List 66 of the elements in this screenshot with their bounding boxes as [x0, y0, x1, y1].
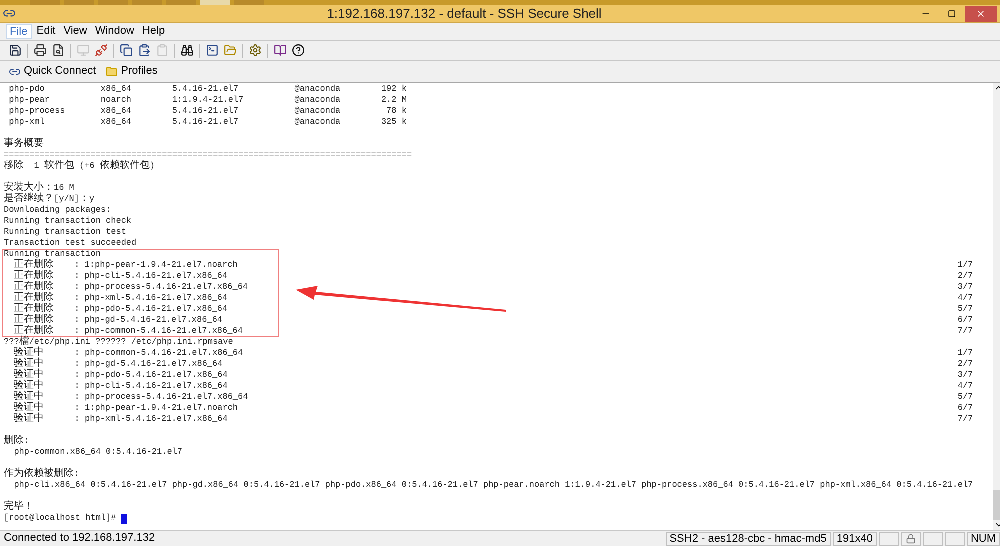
- terminal-line: 验证中 : 1:php-pear-1.9.4-21.el7.noarch: [13, 403, 238, 414]
- folder-icon: [106, 66, 118, 78]
- terminal-line: 正在删除 : 1:php-pear-1.9.4-21.el7.noarch: [13, 260, 238, 271]
- terminal-line: php-common.x86_64 0:5.4.16-21.el7: [13, 447, 183, 458]
- progress-count: 2/7: [958, 271, 974, 282]
- terminal-line: php-pdo x86_64 5.4.16-21.el7 @anaconda 192 k: [8, 84, 407, 95]
- menu-item[interactable]: Edit: [34, 24, 59, 39]
- terminal-line: 验证中 : php-cli-5.4.16-21.el7.x86_64: [13, 381, 228, 392]
- terminal-line: 验证中 : php-gd-5.4.16-21.el7.x86_64: [13, 359, 223, 370]
- terminal-line: ================================================================================: [4, 150, 412, 160]
- quickbar-button[interactable]: Profiles: [103, 63, 161, 80]
- menu-item[interactable]: View: [60, 24, 90, 39]
- progress-count: 6/7: [958, 403, 974, 414]
- progress-count: 4/7: [958, 293, 974, 304]
- progress-count: 3/7: [958, 370, 974, 381]
- terminal-line: 正在删除 : php-process-5.4.16-21.el7.x86_64: [13, 282, 248, 293]
- terminal-line: Running transaction test: [4, 227, 126, 238]
- terminal-line: 正在删除 : php-pdo-5.4.16-21.el7.x86_64: [13, 304, 228, 315]
- terminal-line: 移除 1 软件包 (+6 依赖软件包): [4, 161, 156, 172]
- terminal-line: ???檔/etc/php.ini ?????? /etc/php.ini.rpmsave: [4, 337, 234, 348]
- terminal-line: Downloading packages:: [4, 205, 112, 216]
- status-panel: SSH2 - aes128-cbc - hmac-md5: [666, 532, 831, 546]
- progress-count: 7/7: [958, 326, 974, 337]
- progress-count: 5/7: [958, 304, 974, 315]
- progress-count: 1/7: [958, 348, 974, 359]
- terminal-line: php-cli.x86_64 0:5.4.16-21.el7 php-gd.x86_64 0:5.4.16-21.el7 php-pdo.x86_64 0:5.4.16-21.el7 php-pear.noarch 1:1.9.4-21.el7 php-process.x86_64 0:5.4.16-21.el7 php-xml.x86_64 0:5.4.16-21.el7: [13, 480, 974, 491]
- terminal-line: Running transaction check: [4, 216, 132, 227]
- status-panel: 191x40: [832, 532, 877, 546]
- connection-status: Connected to 192.168.197.132: [3, 531, 156, 546]
- progress-count: 7/7: [958, 414, 974, 425]
- terminal-line: php-xml x86_64 5.4.16-21.el7 @anaconda 325 k: [8, 117, 407, 128]
- terminal-line: php-process x86_64 5.4.16-21.el7 @anaconda 78 k: [8, 106, 407, 117]
- terminal-line: 正在删除 : php-gd-5.4.16-21.el7.x86_64: [13, 315, 223, 326]
- terminal-line: 事务概要: [4, 139, 44, 150]
- terminal-line: 验证中 : php-pdo-5.4.16-21.el7.x86_64: [13, 370, 228, 381]
- terminal-line: 验证中 : php-common-5.4.16-21.el7.x86_64: [13, 348, 244, 359]
- lock-icon: [906, 534, 916, 544]
- terminal-line: 验证中 : php-xml-5.4.16-21.el7.x86_64: [13, 414, 228, 425]
- terminal-line: 正在删除 : php-xml-5.4.16-21.el7.x86_64: [13, 293, 228, 304]
- status-panel: NUM: [966, 532, 1000, 546]
- progress-count: 1/7: [958, 260, 974, 271]
- menu-item[interactable]: File: [6, 24, 32, 39]
- progress-count: 6/7: [958, 315, 974, 326]
- terminal-line: Transaction test succeeded: [4, 238, 137, 249]
- menu-item[interactable]: Help: [139, 24, 168, 39]
- progress-count: 3/7: [958, 282, 974, 293]
- progress-count: 2/7: [958, 359, 974, 370]
- progress-count: 4/7: [958, 381, 974, 392]
- quickbar-button[interactable]: Quick Connect: [6, 63, 100, 80]
- cursor: [121, 514, 128, 524]
- terminal-line: 安装大小：16 M: [4, 183, 74, 194]
- restore-icon: [948, 10, 956, 18]
- progress-count: 5/7: [958, 392, 974, 403]
- terminal-line: 完毕！: [4, 502, 34, 513]
- terminal-line: 正在删除 : php-common-5.4.16-21.el7.x86_64: [13, 326, 243, 337]
- shell-prompt: [root@localhost html]#: [4, 513, 118, 524]
- terminal-line: 删除:: [4, 436, 30, 447]
- terminal-line: php-pear noarch 1:1.9.4-21.el7 @anaconda 2.2 M: [8, 95, 407, 106]
- terminal-line: 作为依赖被删除:: [4, 469, 80, 480]
- terminal-line: Running transaction: [4, 249, 101, 259]
- close-icon: [976, 8, 986, 18]
- terminal-line: 正在删除 : php-cli-5.4.16-21.el7.x86_64: [13, 271, 228, 282]
- terminal-line: 验证中 : php-process-5.4.16-21.el7.x86_64: [13, 392, 248, 403]
- window-title: 1:192.168.197.132 - default - SSH Secure Shell: [327, 4, 602, 23]
- menu-item[interactable]: Window: [92, 24, 138, 39]
- terminal-line: 是否继续？[y/N]：y: [4, 194, 95, 205]
